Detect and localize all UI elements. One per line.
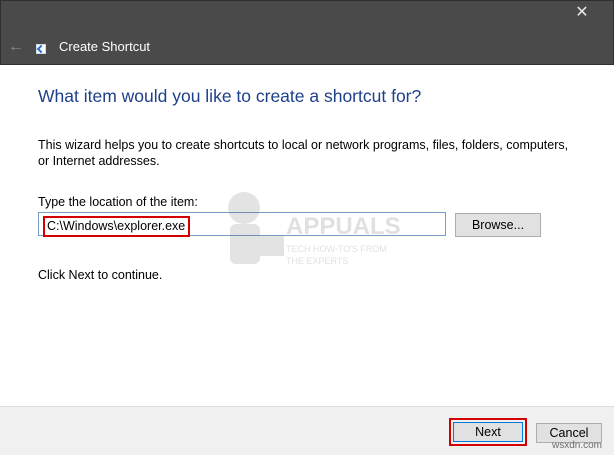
wizard-description: This wizard helps you to create shortcut… (38, 138, 569, 168)
continue-hint: Click Next to continue. (38, 268, 163, 282)
create-shortcut-window: ← Create Shortcut ✕ What item would you … (0, 0, 614, 455)
title-bar: ← Create Shortcut ✕ (0, 0, 614, 65)
location-label: Type the location of the item: (38, 195, 198, 209)
close-icon[interactable]: ✕ (573, 4, 591, 22)
site-watermark: wsxdn.com (552, 440, 603, 451)
location-value: C:\Windows\explorer.exe (43, 216, 191, 237)
watermark-tagline-2: THE EXPERTS (286, 256, 348, 266)
location-input[interactable]: C:\Windows\explorer.exe (38, 212, 446, 237)
window-title: Create Shortcut (59, 39, 151, 54)
browse-button[interactable]: Browse... (455, 213, 541, 237)
shortcut-app-icon (36, 44, 46, 54)
watermark-tagline-1: TECH HOW-TO'S FROM (286, 244, 387, 254)
page-heading: What item would you like to create a sho… (38, 86, 422, 106)
back-arrow-icon[interactable]: ← (5, 37, 27, 57)
next-button[interactable]: Next (453, 422, 523, 442)
